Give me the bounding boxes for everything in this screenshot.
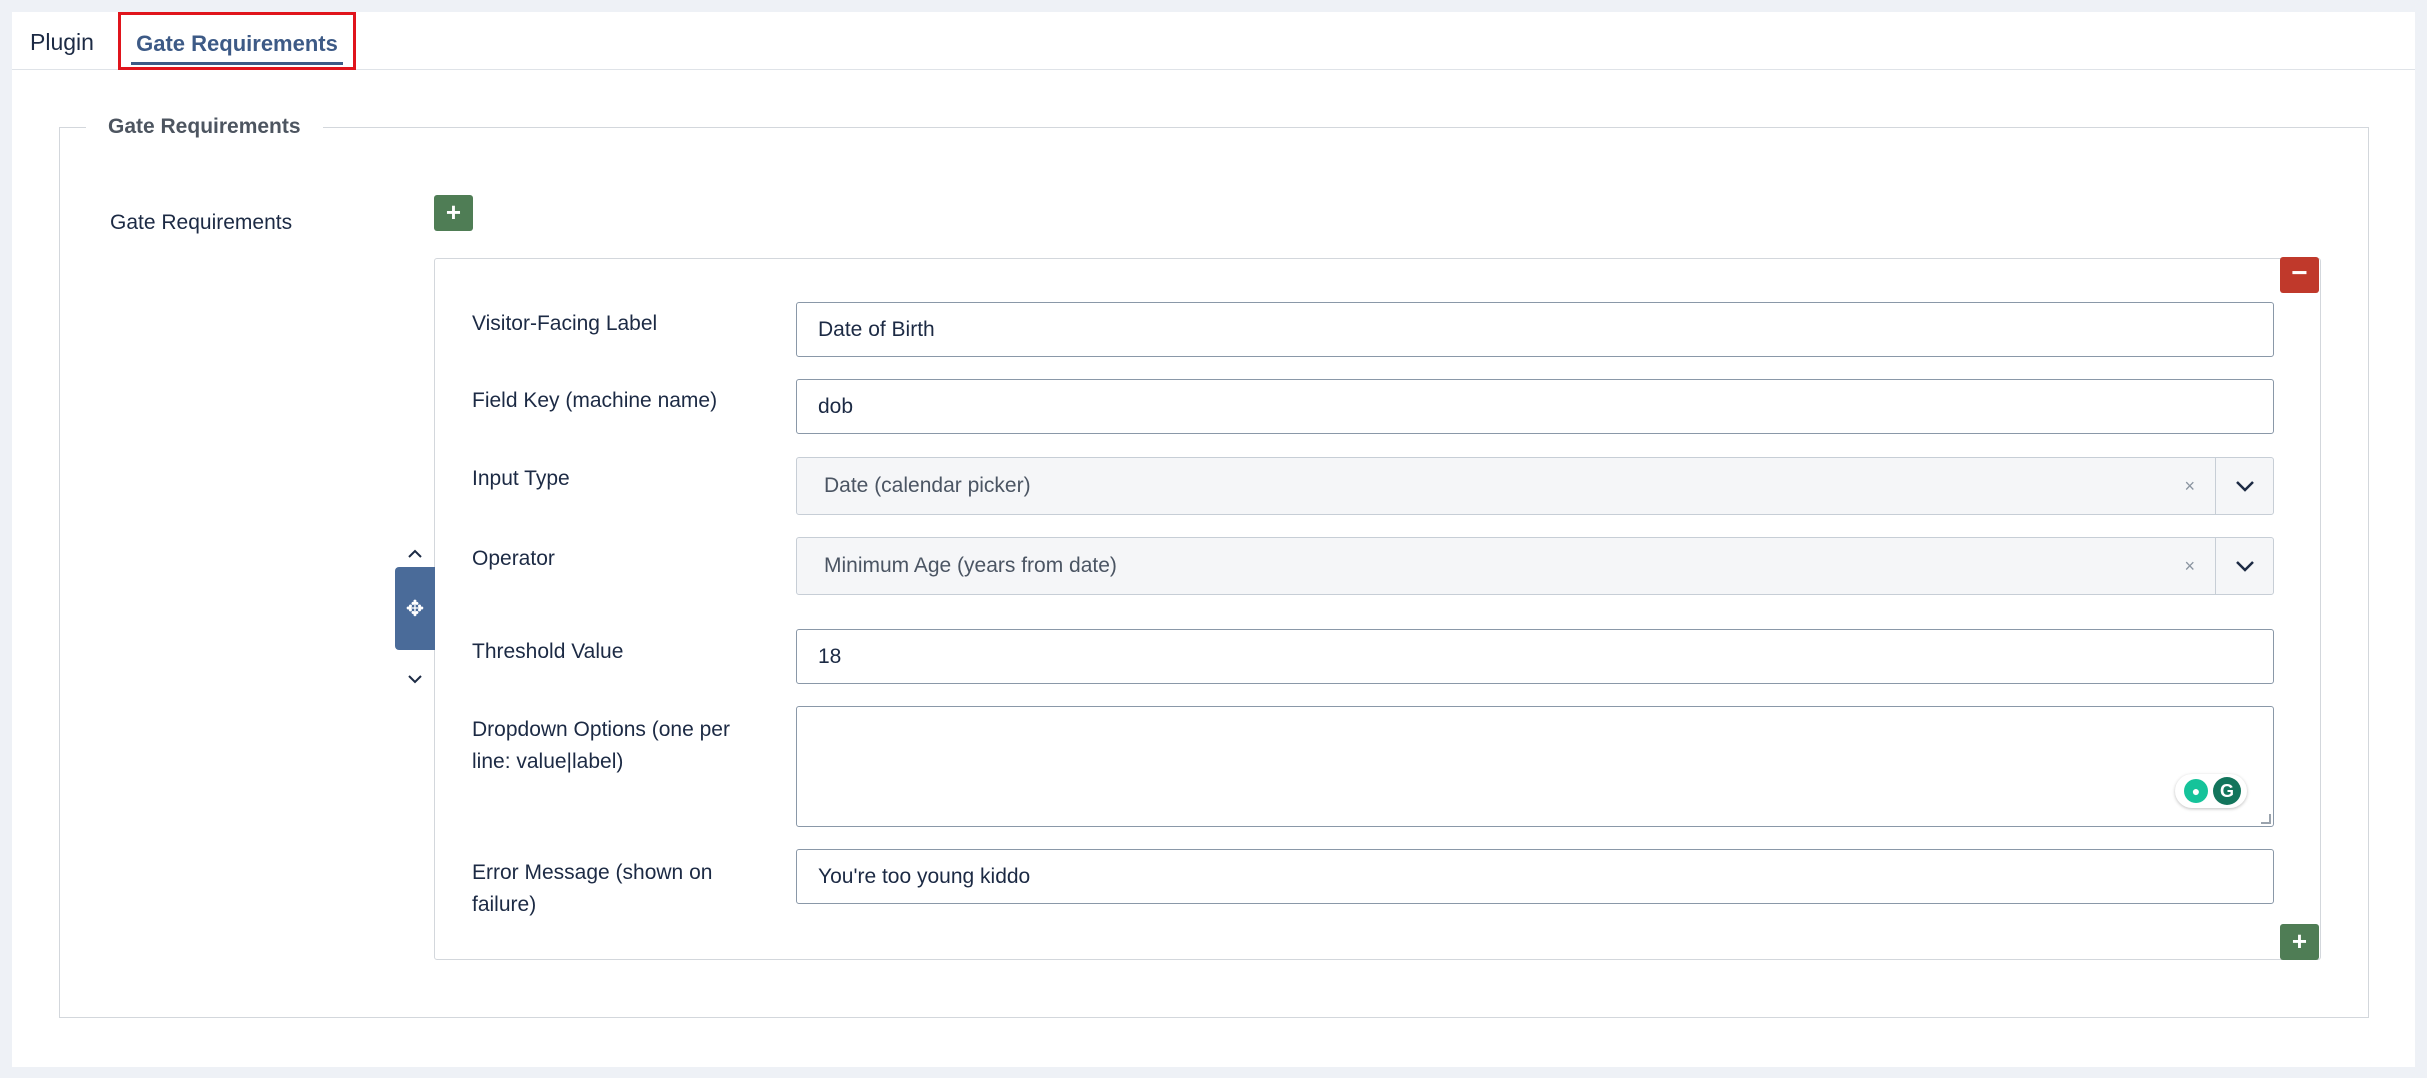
error-message-label: Error Message (shown on failure) xyxy=(472,857,772,921)
minus-icon: − xyxy=(2291,257,2308,288)
plus-icon: + xyxy=(2291,926,2308,956)
resize-handle-icon[interactable] xyxy=(2261,814,2271,824)
grammarly-widget[interactable]: ● G xyxy=(2175,774,2247,808)
move-down-button[interactable] xyxy=(402,668,428,690)
clear-icon[interactable]: × xyxy=(2184,538,2195,594)
field-key-label: Field Key (machine name) xyxy=(472,389,718,412)
dropdown-options-label: Dropdown Options (one per line: value|la… xyxy=(472,714,772,778)
threshold-label: Threshold Value xyxy=(472,640,624,663)
grammarly-icon[interactable]: G xyxy=(2213,777,2241,805)
move-icon: ✥ xyxy=(405,596,425,621)
chevron-down-icon[interactable] xyxy=(2215,458,2273,514)
chevron-down-icon[interactable] xyxy=(2215,538,2273,594)
tab-gate-requirements[interactable]: Gate Requirements xyxy=(118,12,356,70)
error-message-input[interactable]: You're too young kiddo xyxy=(796,849,2274,904)
operator-value: Minimum Age (years from date) xyxy=(824,554,1117,577)
dropdown-options-label-line2: line: value|label) xyxy=(472,750,624,773)
chevron-down-icon xyxy=(408,675,422,684)
chevron-up-icon xyxy=(408,549,422,558)
visitor-label-label: Visitor-Facing Label xyxy=(472,312,658,335)
fieldset-legend: Gate Requirements xyxy=(86,112,323,142)
operator-select[interactable]: Minimum Age (years from date) × xyxy=(796,537,2274,595)
move-up-button[interactable] xyxy=(402,543,428,565)
tab-gate-requirements-label: Gate Requirements xyxy=(136,31,338,56)
remove-row-button[interactable]: − xyxy=(2280,257,2319,293)
gate-requirements-label: Gate Requirements xyxy=(110,211,293,234)
add-row-bottom-button[interactable]: + xyxy=(2280,924,2319,960)
visitor-label-input[interactable]: Date of Birth xyxy=(796,302,2274,357)
input-type-value: Date (calendar picker) xyxy=(824,474,1031,497)
lightbulb-icon[interactable]: ● xyxy=(2184,779,2208,803)
dropdown-options-textarea[interactable]: ● G xyxy=(796,706,2274,827)
tab-bar: Plugin Gate Requirements xyxy=(12,12,2415,70)
field-key-input[interactable]: dob xyxy=(796,379,2274,434)
plus-icon: + xyxy=(445,197,462,227)
drag-handle[interactable]: ✥ xyxy=(395,567,435,650)
dropdown-options-label-line1: Dropdown Options (one per xyxy=(472,718,730,741)
input-type-label: Input Type xyxy=(472,467,570,490)
clear-icon[interactable]: × xyxy=(2184,458,2195,514)
operator-label: Operator xyxy=(472,547,555,570)
active-tab-indicator xyxy=(131,62,343,65)
add-row-top-button[interactable]: + xyxy=(434,195,473,231)
error-message-label-line1: Error Message (shown on xyxy=(472,861,713,884)
tab-plugin[interactable]: Plugin xyxy=(30,22,100,70)
input-type-select[interactable]: Date (calendar picker) × xyxy=(796,457,2274,515)
error-message-label-line2: failure) xyxy=(472,893,537,916)
threshold-input[interactable]: 18 xyxy=(796,629,2274,684)
page: Plugin Gate Requirements Gate Requiremen… xyxy=(12,12,2415,1067)
